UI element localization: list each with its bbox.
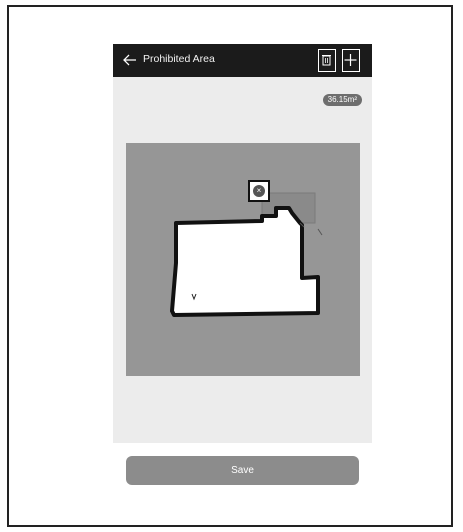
add-zone-button[interactable] <box>342 49 360 72</box>
zone-remove-button[interactable]: × <box>248 180 270 202</box>
map-canvas <box>170 192 323 317</box>
plus-icon <box>344 54 357 66</box>
header-bar: Prohibited Area <box>113 44 372 77</box>
back-arrow-icon[interactable] <box>122 51 138 69</box>
delete-zone-button[interactable] <box>318 49 336 72</box>
app-screen: Prohibited Area 36.15m² × <box>113 44 372 443</box>
floor-map[interactable]: × <box>126 143 360 376</box>
save-button[interactable]: Save <box>126 456 359 485</box>
area-badge: 36.15m² <box>322 94 362 106</box>
page-title: Prohibited Area <box>143 53 215 65</box>
close-icon: × <box>253 185 265 197</box>
trash-icon <box>322 55 331 66</box>
